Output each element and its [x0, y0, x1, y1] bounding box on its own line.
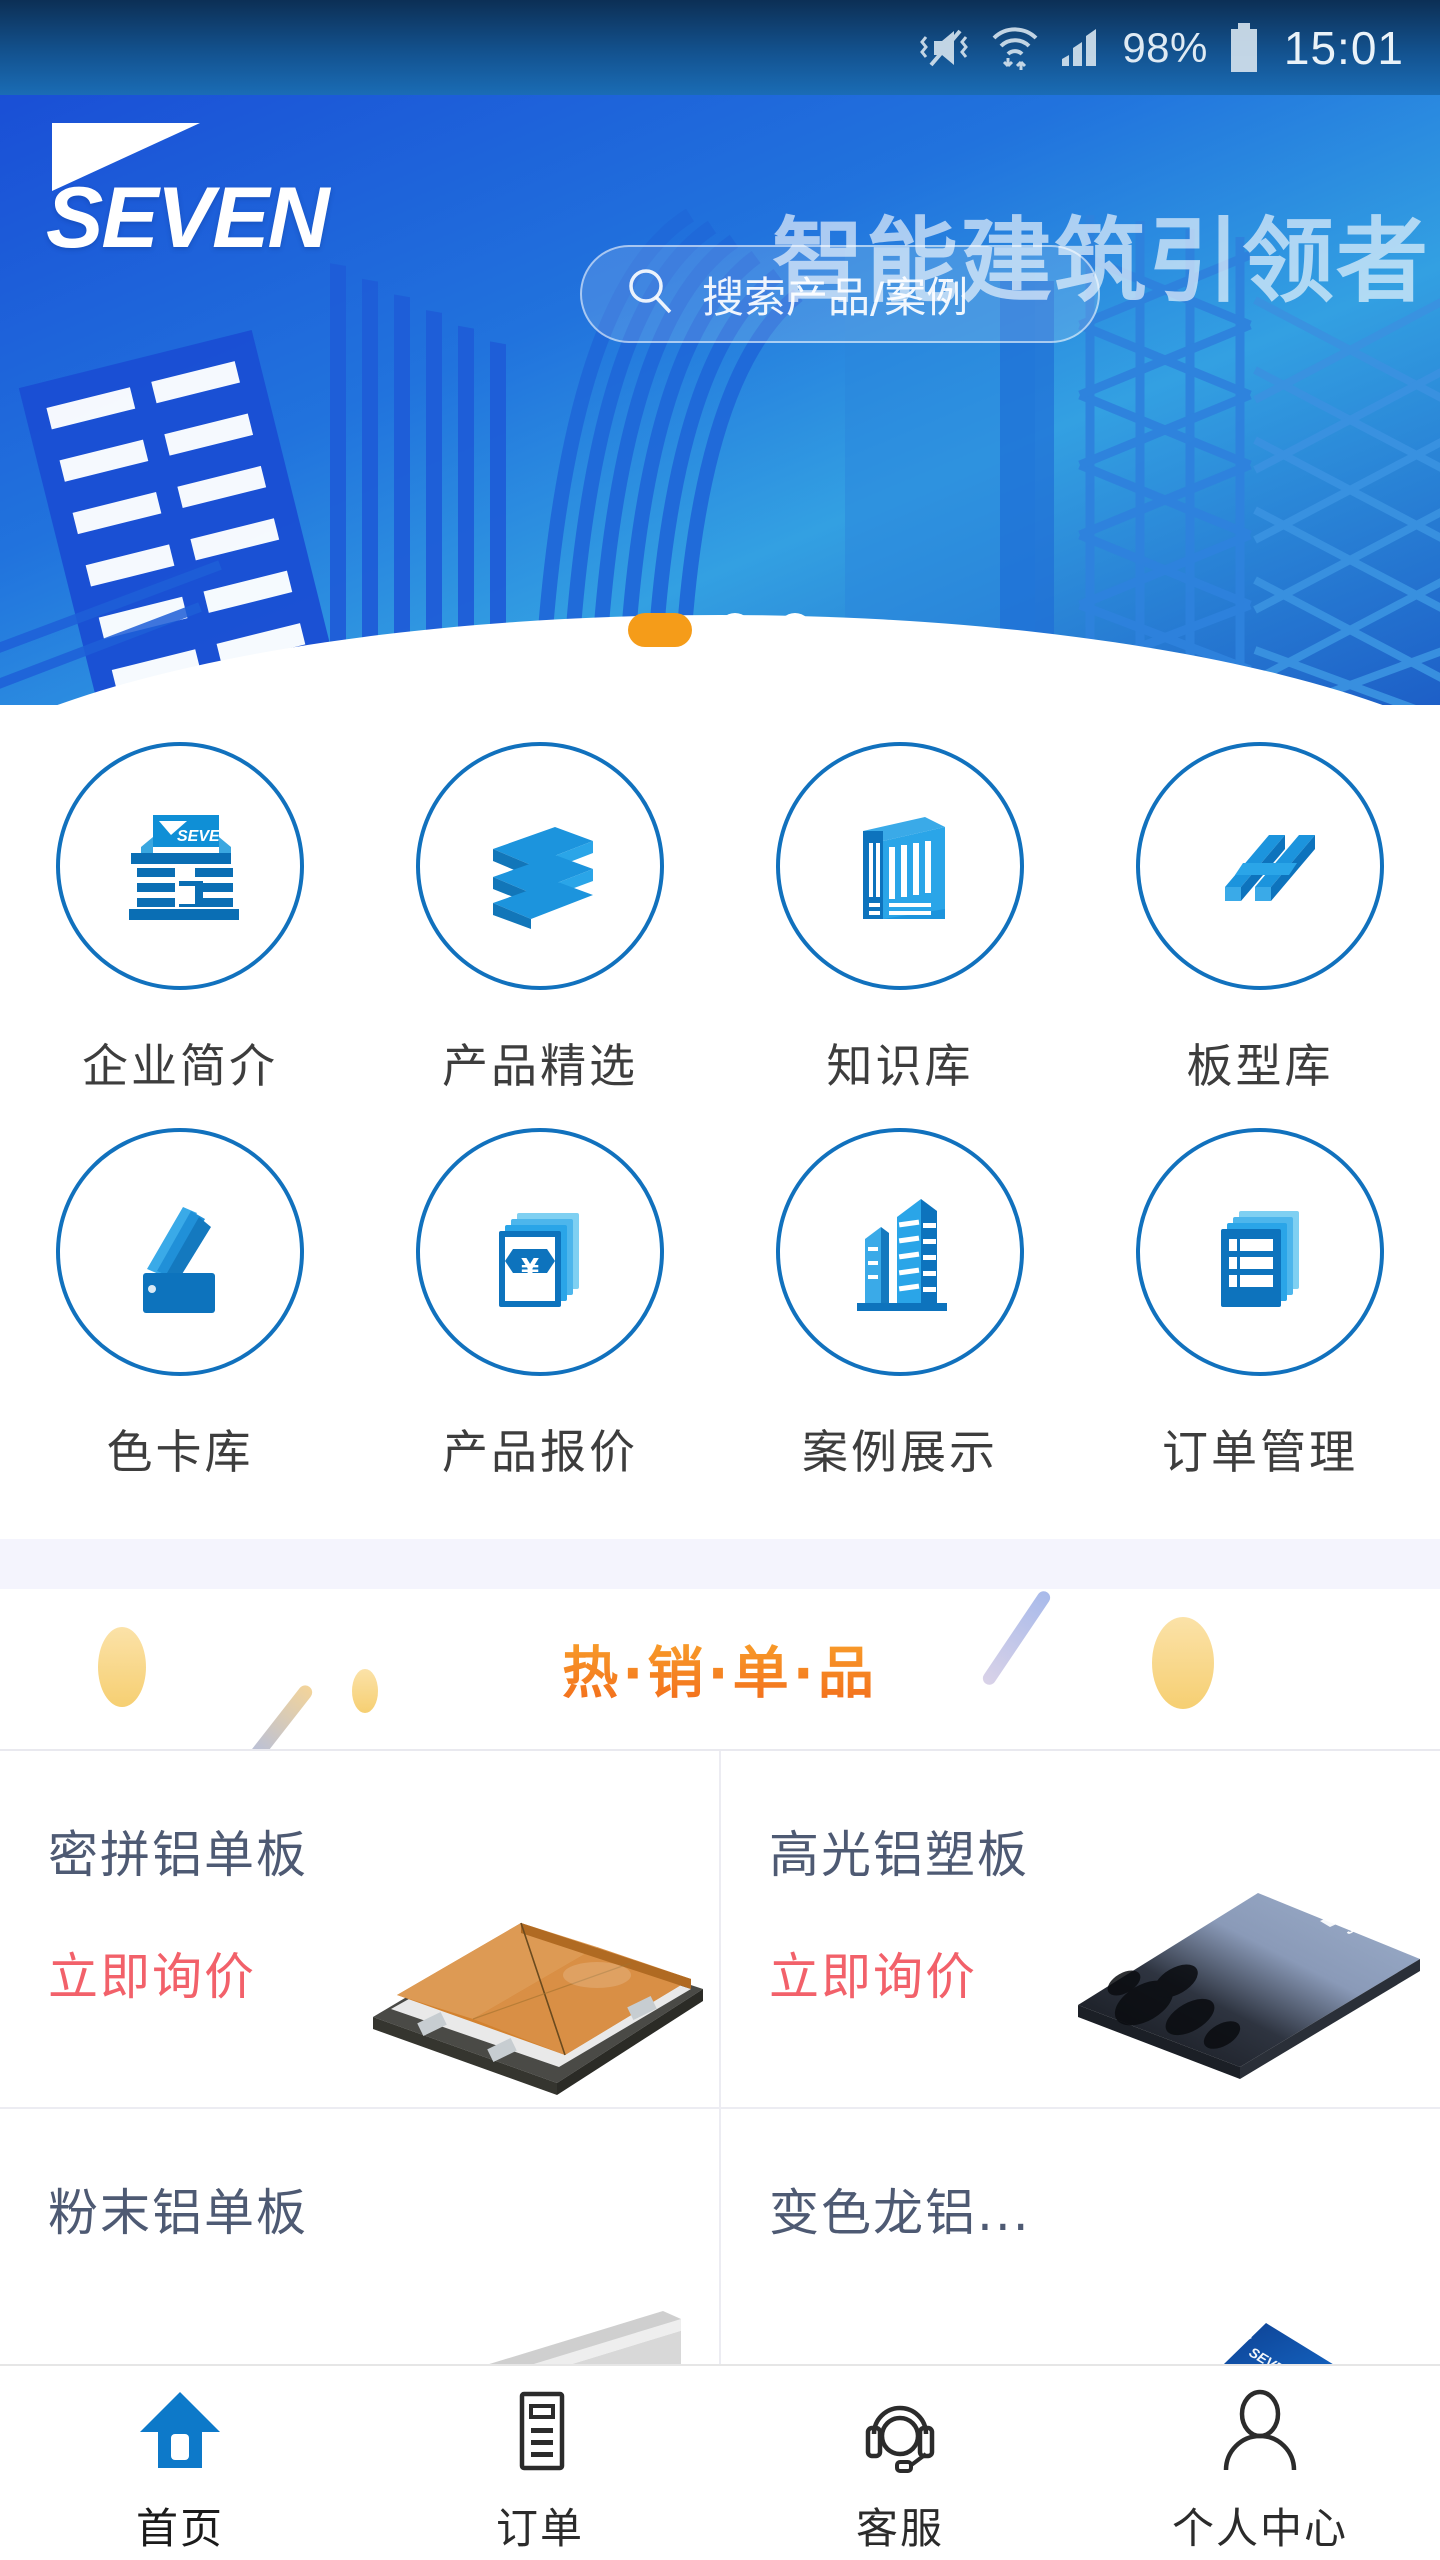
- grid-item-price-quote[interactable]: ¥ 产品报价: [360, 1096, 720, 1482]
- book-shelf-icon: [863, 817, 945, 919]
- carousel-dot-3[interactable]: [778, 613, 812, 647]
- grid-item-order-management[interactable]: 订单管理: [1080, 1096, 1440, 1482]
- color-swatch-fan-icon: [143, 1207, 215, 1313]
- svg-text:SEVEN: SEVEN: [1342, 1898, 1396, 1939]
- feature-grid: SEVEN 企业简介 产品精选 知识库 板型库 色卡库 ¥ 产品报价 案例展示 …: [0, 710, 1440, 1482]
- mute-vibrate-icon: [920, 25, 972, 71]
- product-image: [373, 1922, 703, 2095]
- brand-wordmark: SEVEN: [46, 170, 330, 266]
- icon-circle: SEVEN: [56, 742, 304, 990]
- decor-circle-left: [98, 1627, 146, 1707]
- grid-item-label: 板型库: [1186, 1039, 1334, 1093]
- user-icon: [1214, 2388, 1306, 2479]
- grid-item-company-profile[interactable]: SEVEN 企业简介: [0, 710, 360, 1096]
- search-placeholder-text: 搜索产品/案例: [702, 272, 969, 322]
- headset-icon: [854, 2388, 946, 2479]
- status-bar: 98% 15:01: [0, 0, 1440, 95]
- grid-item-label: 色卡库: [106, 1425, 254, 1479]
- grid-item-label: 订单管理: [1162, 1425, 1358, 1479]
- cellular-signal-icon: [1058, 26, 1104, 70]
- grid-item-case-showcase[interactable]: 案例展示: [720, 1096, 1080, 1482]
- decor-circle-small: [352, 1669, 378, 1713]
- product-title: 密拼铝单板: [48, 1826, 308, 1884]
- search-input[interactable]: 搜索产品/案例: [580, 245, 1100, 343]
- hot-products-title: 热·销·单·品: [562, 1629, 878, 1710]
- carousel-indicator[interactable]: [628, 613, 812, 647]
- tab-label: 首页: [135, 2504, 224, 2553]
- tab-label: 客服: [855, 2504, 944, 2553]
- product-inquiry-link[interactable]: 立即询价: [48, 1937, 256, 2009]
- decor-circle-right: [1152, 1617, 1214, 1709]
- grid-item-label: 产品报价: [442, 1425, 638, 1479]
- battery-icon: [1226, 22, 1262, 74]
- product-image: SEVEN: [1078, 1893, 1420, 2079]
- grid-item-label: 产品精选: [442, 1039, 638, 1093]
- grid-item-panel-profiles[interactable]: 板型库: [1080, 710, 1440, 1096]
- section-separator: [0, 1539, 1440, 1589]
- grid-item-featured-products[interactable]: 产品精选: [360, 710, 720, 1096]
- product-card[interactable]: 密拼铝单板 立即询价: [0, 1751, 719, 2107]
- tab-profile[interactable]: 个人中心: [1080, 2388, 1440, 2556]
- grid-item-label: 企业简介: [82, 1039, 278, 1093]
- hero-banner-carousel[interactable]: 智能建筑引领者 SEVEN 搜索产品/案例: [0, 95, 1440, 705]
- tab-label: 个人中心: [1171, 2504, 1348, 2553]
- seven-brand-logo: SEVEN: [42, 123, 402, 266]
- banknotes-yuan-icon: ¥: [499, 1213, 579, 1307]
- status-bar-clock: 15:01: [1283, 21, 1404, 74]
- grid-item-label: 案例展示: [802, 1425, 998, 1479]
- product-inquiry-link[interactable]: 立即询价: [769, 1937, 977, 2009]
- hot-products-grid: 密拼铝单板 立即询价 高光铝塑板 立即询价 SEVEN 粉末铝单板 变色龙铝..…: [0, 1749, 1440, 2465]
- battery-percent-label: 98%: [1122, 23, 1208, 71]
- hot-products-header: 热·销·单·品: [0, 1589, 1440, 1749]
- decor-stripe-right: [980, 1589, 1053, 1688]
- wifi-icon: [990, 24, 1040, 72]
- product-title: 粉末铝单板: [48, 2184, 308, 2242]
- document-stack-icon: [1221, 1211, 1299, 1307]
- company-building-icon: SEVEN: [129, 815, 239, 920]
- profile-beams-icon: [1225, 835, 1315, 901]
- icon-circle: [776, 1128, 1024, 1376]
- product-title: 变色龙铝...: [769, 2184, 1031, 2242]
- icon-circle: [1136, 1128, 1384, 1376]
- decor-stripe-left: [235, 1682, 315, 1749]
- icon-circle: [776, 742, 1024, 990]
- tab-customer-service[interactable]: 客服: [720, 2388, 1080, 2556]
- svg-text:¥: ¥: [521, 1254, 539, 1284]
- icon-circle: [1136, 742, 1384, 990]
- skyscrapers-icon: [857, 1199, 947, 1311]
- icon-circle: ¥: [416, 1128, 664, 1376]
- carousel-dot-2[interactable]: [718, 613, 752, 647]
- tab-orders[interactable]: 订单: [360, 2388, 720, 2556]
- search-icon: [624, 266, 676, 323]
- tab-label: 订单: [495, 2504, 584, 2553]
- stacked-panels-icon: [493, 827, 593, 929]
- icon-circle: [56, 1128, 304, 1376]
- grid-item-color-cards[interactable]: 色卡库: [0, 1096, 360, 1482]
- grid-item-knowledge-base[interactable]: 知识库: [720, 710, 1080, 1096]
- order-list-icon: [494, 2388, 586, 2479]
- home-icon: [134, 2388, 226, 2479]
- bottom-tab-bar: 首页 订单 客服 个人中心: [0, 2364, 1440, 2560]
- product-title: 高光铝塑板: [769, 1826, 1029, 1884]
- tab-home[interactable]: 首页: [0, 2388, 360, 2556]
- icon-circle: [416, 742, 664, 990]
- grid-item-label: 知识库: [826, 1039, 974, 1093]
- carousel-dot-1[interactable]: [628, 613, 692, 647]
- product-card[interactable]: 高光铝塑板 立即询价 SEVEN: [721, 1751, 1440, 2107]
